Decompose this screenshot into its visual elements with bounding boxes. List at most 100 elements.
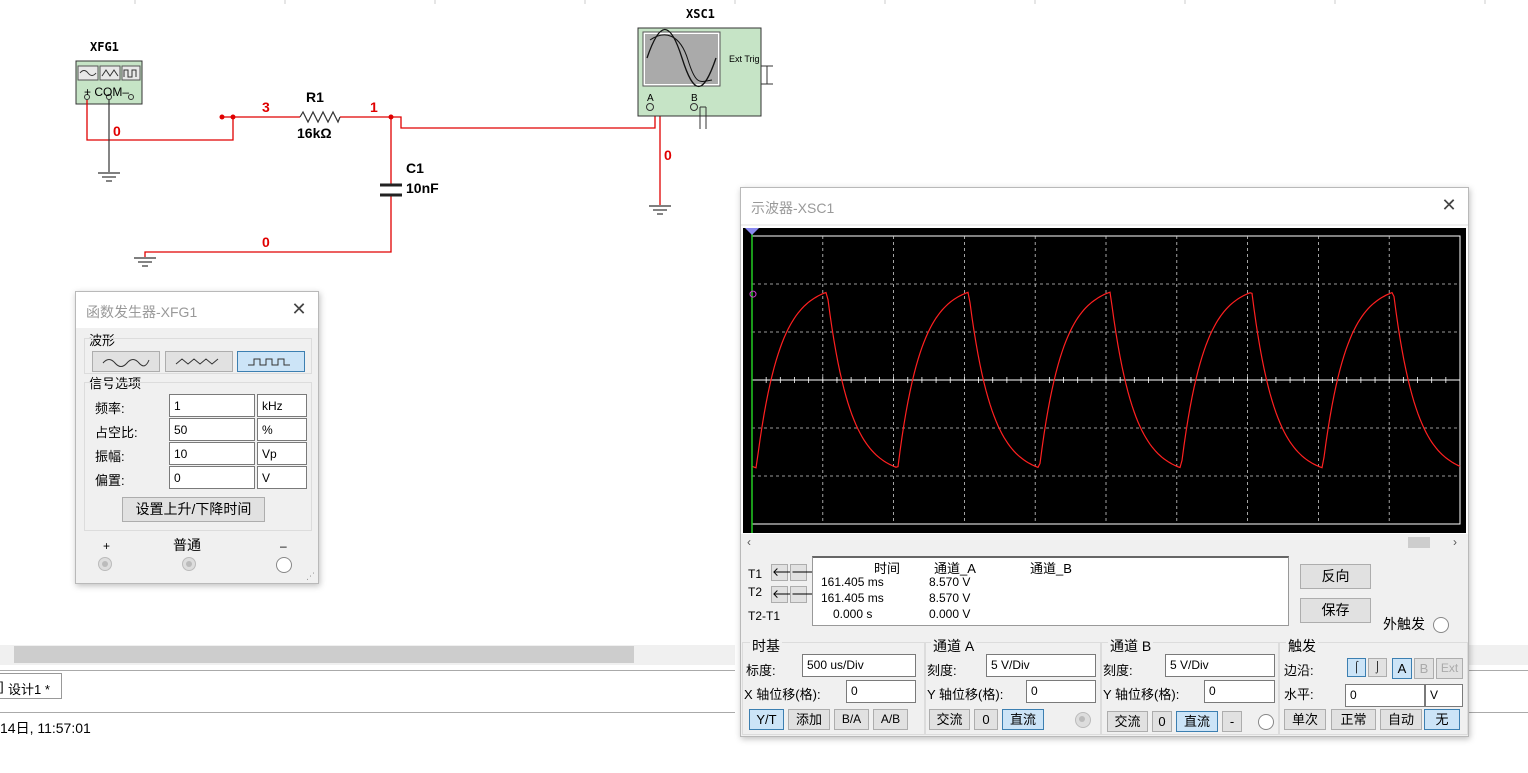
channel-b-minus-button[interactable]: - (1222, 711, 1242, 732)
common-terminal-label: 普通 (173, 537, 201, 553)
common-terminal-radio[interactable] (182, 557, 196, 571)
resize-grip-icon[interactable]: ⋰ (306, 571, 316, 581)
funcgen-title: 函数发生器-XFG1 (86, 304, 198, 320)
ba-mode-button[interactable]: B/A (834, 709, 869, 730)
duty-cycle-unit[interactable]: % (257, 418, 307, 441)
t2-t1-time: 0.000 s (833, 607, 873, 621)
triangle-wave-icon (175, 358, 219, 365)
trigger-level-label: 水平: (1284, 687, 1314, 702)
scope-scrollbar-thumb[interactable] (1408, 537, 1430, 548)
xfg1-label: XFG1 (90, 40, 119, 54)
ext-trigger-radio[interactable] (1433, 617, 1449, 633)
trigger-auto-button[interactable]: 自动 (1380, 709, 1422, 730)
channel-a-ac-button[interactable]: 交流 (929, 709, 970, 730)
channel-a-zero-button[interactable]: 0 (974, 709, 998, 730)
scroll-left-icon[interactable]: ‹ (747, 535, 751, 549)
t1-left-arrow-icon[interactable]: 🡐 (771, 564, 804, 581)
horizontal-scrollbar[interactable] (0, 645, 735, 665)
channel-b-ac-button[interactable]: 交流 (1107, 711, 1148, 732)
channel-b-ypos-field[interactable]: 0 (1204, 680, 1275, 703)
funcgen-titlebar[interactable]: 函数发生器-XFG1 ✕ (76, 292, 318, 328)
minus-terminal-radio[interactable] (276, 557, 292, 573)
t2-channel-a: 8.570 V (929, 591, 971, 605)
timebase-scale-label: 标度: (746, 663, 776, 678)
amplitude-field[interactable]: 10 (169, 442, 255, 465)
node-0-label: 0 (113, 123, 121, 139)
ext-trig-label: Ext Trig (729, 54, 760, 64)
offset-label: 偏置: (95, 473, 125, 488)
channel-a-ypos-label: Y 轴位移(格): (927, 687, 1004, 702)
oscilloscope-window: 示波器-XSC1 ✕ ‹ › T1 🡐 🡒 T2 🡐 🡒 T2-T1 时间 通道… (740, 187, 1469, 737)
channel-b-dc-button[interactable]: 直流 (1176, 711, 1218, 732)
x-position-field[interactable]: 0 (846, 680, 916, 703)
c1-value: 10nF (406, 180, 439, 196)
trigger-source-ext-button[interactable]: Ext (1436, 658, 1463, 679)
cursor-readout-table: 时间 通道_A 通道_B 161.405 ms 8.570 V 161.405 … (812, 556, 1289, 626)
trigger-source-a-button[interactable]: A (1392, 658, 1412, 679)
channel-a-scale-field[interactable]: 5 V/Div (986, 654, 1096, 677)
scope-titlebar[interactable]: 示波器-XSC1 ✕ (741, 188, 1468, 224)
node-3-label: 3 (262, 99, 270, 115)
trigger-level-unit[interactable]: V (1425, 684, 1463, 707)
tab-design1-label: 设计1 * (8, 682, 50, 697)
close-icon[interactable]: ✕ (290, 300, 308, 318)
channel-b-zero-button[interactable]: 0 (1152, 711, 1172, 732)
channel-a-label: A (647, 93, 654, 104)
t2-left-arrow-icon[interactable]: 🡐 (771, 586, 804, 603)
frequency-field[interactable]: 1 (169, 394, 255, 417)
amplitude-unit[interactable]: Vp (257, 442, 307, 465)
header-channel-b: 通道_B (1030, 561, 1072, 576)
channel-b-title: 通道 B (1108, 636, 1154, 656)
r1-value: 16kΩ (297, 125, 332, 141)
channel-b-scale-label: 刻度: (1103, 663, 1133, 678)
add-mode-button[interactable]: 添加 (788, 709, 830, 730)
scope-display[interactable] (743, 228, 1466, 533)
scope-title: 示波器-XSC1 (751, 200, 835, 216)
scroll-right-icon[interactable]: › (1453, 535, 1457, 549)
frequency-unit[interactable]: kHz (257, 394, 307, 417)
channel-b-radio[interactable] (1258, 714, 1274, 730)
node-0-label: 0 (262, 234, 270, 250)
c1-symbol (380, 183, 402, 197)
tab-design1[interactable]: ] 设计1 * (0, 673, 62, 699)
plus-terminal-radio[interactable] (98, 557, 112, 571)
trigger-normal-button[interactable]: 正常 (1331, 709, 1376, 730)
channel-b-scale-field[interactable]: 5 V/Div (1165, 654, 1275, 677)
save-button[interactable]: 保存 (1300, 598, 1371, 623)
t1-channel-a: 8.570 V (929, 575, 971, 589)
timebase-scale-field[interactable]: 500 us/Div (802, 654, 916, 677)
ext-trigger-label: 外触发 (1383, 616, 1425, 632)
t2-right-arrow-icon[interactable]: 🡒 (790, 586, 823, 603)
rise-fall-time-button[interactable]: 设置上升/下降时间 (122, 497, 265, 522)
node-1-label: 1 (370, 99, 378, 115)
square-wave-button[interactable] (237, 351, 305, 372)
trigger-level-field[interactable]: 0 (1345, 684, 1425, 707)
rising-edge-icon[interactable]: ⌠ (1347, 658, 1366, 677)
offset-unit[interactable]: V (257, 466, 307, 489)
scrollbar-thumb[interactable] (14, 646, 634, 663)
channel-a-title: 通道 A (931, 636, 977, 656)
channel-a-scale-label: 刻度: (927, 663, 957, 678)
r1-name: R1 (306, 89, 324, 105)
offset-field[interactable]: 0 (169, 466, 255, 489)
channel-a-ypos-field[interactable]: 0 (1026, 680, 1096, 703)
ab-mode-button[interactable]: A/B (873, 709, 908, 730)
t1-right-arrow-icon[interactable]: 🡒 (790, 564, 823, 581)
t1-label: T1 (748, 567, 763, 581)
reverse-button[interactable]: 反向 (1300, 564, 1371, 589)
channel-a-radio[interactable] (1075, 712, 1091, 728)
t2-label: T2 (748, 585, 763, 599)
yt-mode-button[interactable]: Y/T (749, 709, 784, 730)
close-icon[interactable]: ✕ (1440, 196, 1458, 214)
scope-scrollbar[interactable]: ‹ › (741, 534, 1468, 552)
sine-wave-button[interactable] (92, 351, 160, 372)
trigger-none-button[interactable]: 无 (1424, 709, 1460, 730)
duty-cycle-field[interactable]: 50 (169, 418, 255, 441)
triangle-wave-button[interactable] (165, 351, 233, 372)
falling-edge-icon[interactable]: ⌡ (1368, 658, 1387, 677)
xsc1-symbol[interactable] (637, 27, 773, 129)
xfg1-terminals: + COM– (84, 85, 130, 99)
channel-a-dc-button[interactable]: 直流 (1002, 709, 1044, 730)
trigger-single-button[interactable]: 单次 (1284, 709, 1326, 730)
trigger-source-b-button[interactable]: B (1414, 658, 1434, 679)
